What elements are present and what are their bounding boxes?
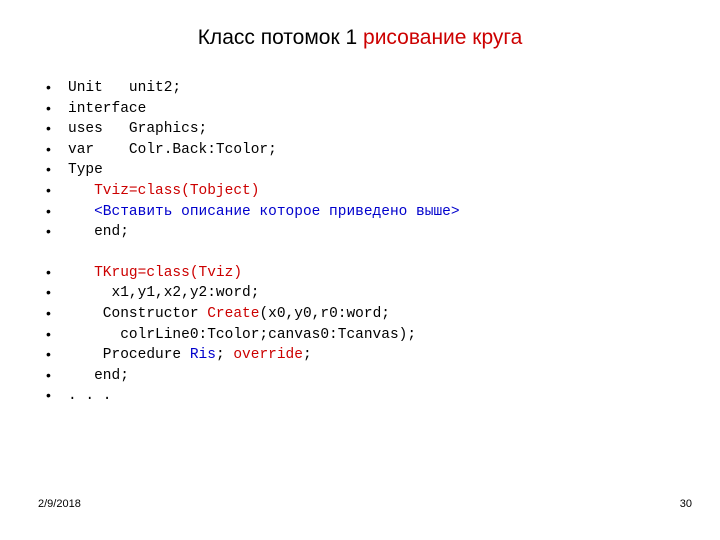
code-line: <Вставить описание которое приведено выш… <box>38 201 678 223</box>
slide-canvas: Класс потомок 1 рисование круга Unit uni… <box>0 0 720 540</box>
code-segment: . . . <box>68 388 112 405</box>
code-line: colrLine0:Tcolor;canvas0:Tcanvas); <box>38 324 678 346</box>
code-segment: x1,y1,x2,y2:word; <box>68 285 260 302</box>
footer-page-number: 30 <box>679 498 692 510</box>
footer-date: 2/9/2018 <box>38 498 81 510</box>
code-segment: end; <box>68 224 129 241</box>
code-line: uses Graphics; <box>38 118 678 140</box>
page-title-accent: рисование круга <box>363 26 523 49</box>
code-listing: Unit unit2; interface uses Graphics; var Co… <box>38 77 678 407</box>
code-segment: <Вставить описание которое приведено выш… <box>68 203 460 220</box>
code-segment: var Colr.Back:Tcolor; <box>68 141 277 158</box>
code-line: Tviz=class(Tobject) <box>38 180 678 202</box>
code-line: Constructor Create(x0,y0,r0:word; <box>38 303 678 325</box>
code-line: TKrug=class(Tviz) <box>38 262 678 284</box>
code-segment: interface <box>68 100 147 117</box>
code-line: var Colr.Back:Tcolor; <box>38 139 678 161</box>
code-line: Type <box>38 159 678 181</box>
code-segment: ; <box>302 347 312 364</box>
code-segment: uses Graphics; <box>68 121 208 138</box>
code-segment: override <box>233 347 303 364</box>
code-line-spacer <box>38 243 678 263</box>
code-segment: Procedure <box>68 347 190 364</box>
code-segment: end; <box>68 367 129 384</box>
page-title-primary: Класс потомок 1 <box>197 26 364 49</box>
code-line: interface <box>38 98 678 120</box>
code-segment: Constructor <box>68 305 208 322</box>
code-segment: TKrug=class(Tviz) <box>68 264 243 281</box>
code-segment: Type <box>68 162 103 179</box>
code-segment: Tviz=class(Tobject) <box>68 182 260 199</box>
code-line: end; <box>38 221 678 243</box>
code-segment: ; <box>215 347 234 364</box>
code-segment: Ris <box>189 347 216 364</box>
code-line: . . . <box>38 385 678 407</box>
code-line-list: Unit unit2; interface uses Graphics; var Co… <box>38 77 678 407</box>
code-line: end; <box>38 365 678 387</box>
code-segment: Create <box>207 305 260 322</box>
code-segment: colrLine0:Tcolor;canvas0:Tcanvas); <box>68 326 417 343</box>
code-line: Unit unit2; <box>38 77 678 99</box>
page-title: Класс потомок 1 рисование круга <box>0 26 720 50</box>
code-line: x1,y1,x2,y2:word; <box>38 282 678 304</box>
code-segment: Unit unit2; <box>68 80 182 96</box>
code-segment: (x0,y0,r0:word; <box>259 305 390 322</box>
code-line: Procedure Ris; override; <box>38 344 678 366</box>
